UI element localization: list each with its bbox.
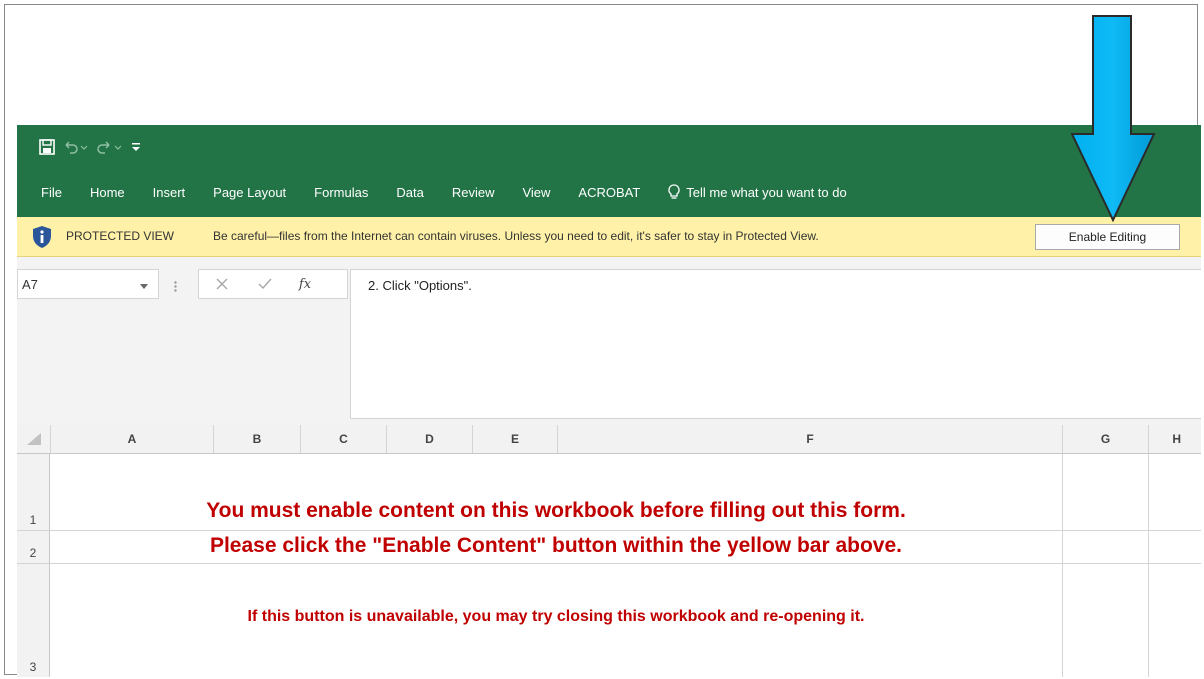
tab-acrobat[interactable]: ACROBAT — [578, 185, 640, 200]
tell-me-label: Tell me what you want to do — [686, 184, 847, 200]
formula-buttons: fx — [198, 269, 348, 299]
check-icon[interactable] — [245, 278, 285, 290]
tab-formulas[interactable]: Formulas — [314, 185, 368, 200]
gridline — [1063, 563, 1201, 564]
formula-input[interactable]: 2. Click "Options". — [350, 269, 1201, 419]
gridline — [50, 530, 1062, 531]
lightbulb-icon — [668, 184, 680, 199]
name-box[interactable]: A7 — [17, 269, 159, 299]
protected-view-message: Be careful—files from the Internet can c… — [213, 229, 819, 243]
column-header-b[interactable]: B — [213, 425, 300, 453]
row-header-1[interactable]: 1 — [17, 454, 50, 531]
column-header-a[interactable]: A — [50, 425, 213, 453]
gridline — [1062, 454, 1063, 677]
formula-bar-grip-icon[interactable] — [174, 279, 177, 297]
gridline — [1063, 530, 1201, 531]
insert-function-icon[interactable]: fx — [285, 277, 325, 292]
quick-access-toolbar — [39, 135, 149, 159]
column-header-g[interactable]: G — [1062, 425, 1148, 453]
undo-icon[interactable] — [63, 136, 89, 158]
formula-bar-area: A7 fx 2. Click "Options". — [17, 257, 1201, 425]
row-header-3[interactable]: 3 — [17, 564, 50, 677]
save-icon[interactable] — [39, 136, 55, 158]
select-all-corner[interactable] — [17, 425, 50, 453]
protected-view-bar: PROTECTED VIEW Be careful—files from the… — [17, 217, 1201, 257]
tab-data[interactable]: Data — [396, 185, 423, 200]
excel-window: File Home Insert Page Layout Formulas Da… — [17, 125, 1201, 677]
enable-editing-button[interactable]: Enable Editing — [1035, 224, 1180, 250]
gridline — [1148, 454, 1149, 677]
cell-a1-message[interactable]: You must enable content on this workbook… — [50, 499, 1062, 523]
column-header-c[interactable]: C — [300, 425, 386, 453]
cancel-icon[interactable] — [199, 278, 245, 290]
ribbon-bar: File Home Insert Page Layout Formulas Da… — [17, 125, 1201, 217]
shield-icon — [31, 225, 53, 254]
tell-me-search[interactable]: Tell me what you want to do — [668, 184, 847, 200]
row-header-2[interactable]: 2 — [17, 531, 50, 564]
tab-page-layout[interactable]: Page Layout — [213, 185, 286, 200]
column-header-d[interactable]: D — [386, 425, 472, 453]
customize-qat-icon[interactable] — [131, 136, 141, 158]
tab-review[interactable]: Review — [452, 185, 495, 200]
chevron-down-icon[interactable] — [140, 278, 148, 293]
tab-home[interactable]: Home — [90, 185, 125, 200]
cell-a3-message[interactable]: If this button is unavailable, you may t… — [50, 608, 1062, 626]
tab-file[interactable]: File — [41, 185, 62, 200]
redo-icon[interactable] — [97, 136, 123, 158]
ribbon-tabs: File Home Insert Page Layout Formulas Da… — [41, 177, 847, 207]
fx-label: fx — [298, 276, 312, 292]
protected-view-title: PROTECTED VIEW — [66, 229, 175, 243]
cell-a2-message[interactable]: Please click the "Enable Content" button… — [50, 534, 1062, 558]
down-arrow-icon — [1070, 15, 1156, 223]
column-headers: A B C D E F G H — [17, 425, 1201, 454]
column-header-f[interactable]: F — [557, 425, 1062, 453]
gridline — [50, 563, 1062, 564]
tab-insert[interactable]: Insert — [153, 185, 186, 200]
worksheet-grid: A B C D E F G H 1 2 3 You must enable co… — [17, 425, 1201, 677]
column-header-h[interactable]: H — [1148, 425, 1201, 453]
column-header-e[interactable]: E — [472, 425, 557, 453]
name-box-value: A7 — [22, 276, 38, 292]
tab-view[interactable]: View — [522, 185, 550, 200]
